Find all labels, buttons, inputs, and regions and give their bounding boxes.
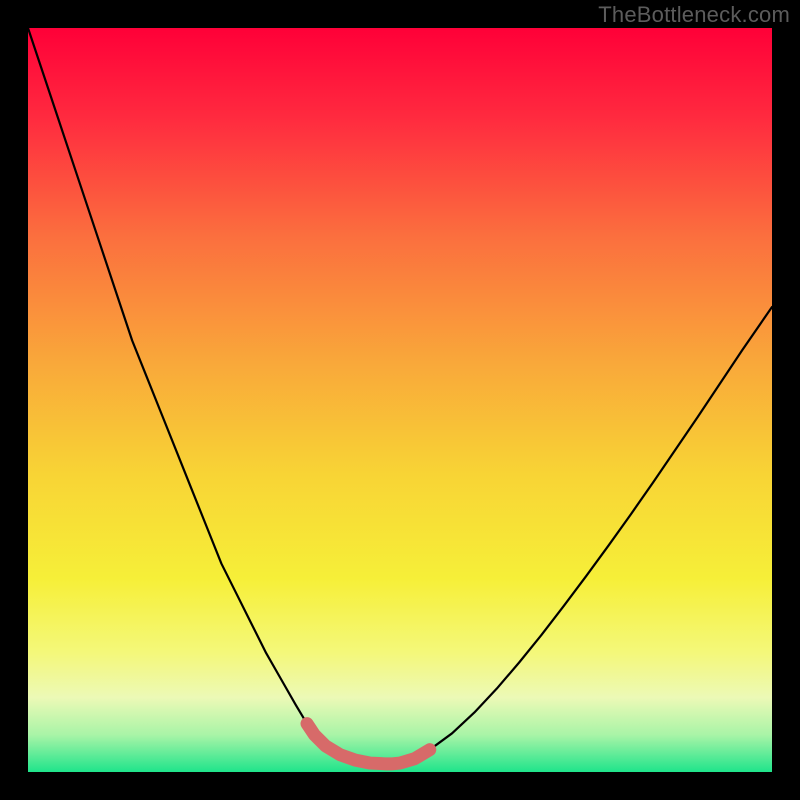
chart-background: [28, 28, 772, 772]
chart-frame: TheBottleneck.com: [0, 0, 800, 800]
chart-plot-area: [28, 28, 772, 772]
chart-svg: [28, 28, 772, 772]
watermark-text: TheBottleneck.com: [598, 2, 790, 28]
